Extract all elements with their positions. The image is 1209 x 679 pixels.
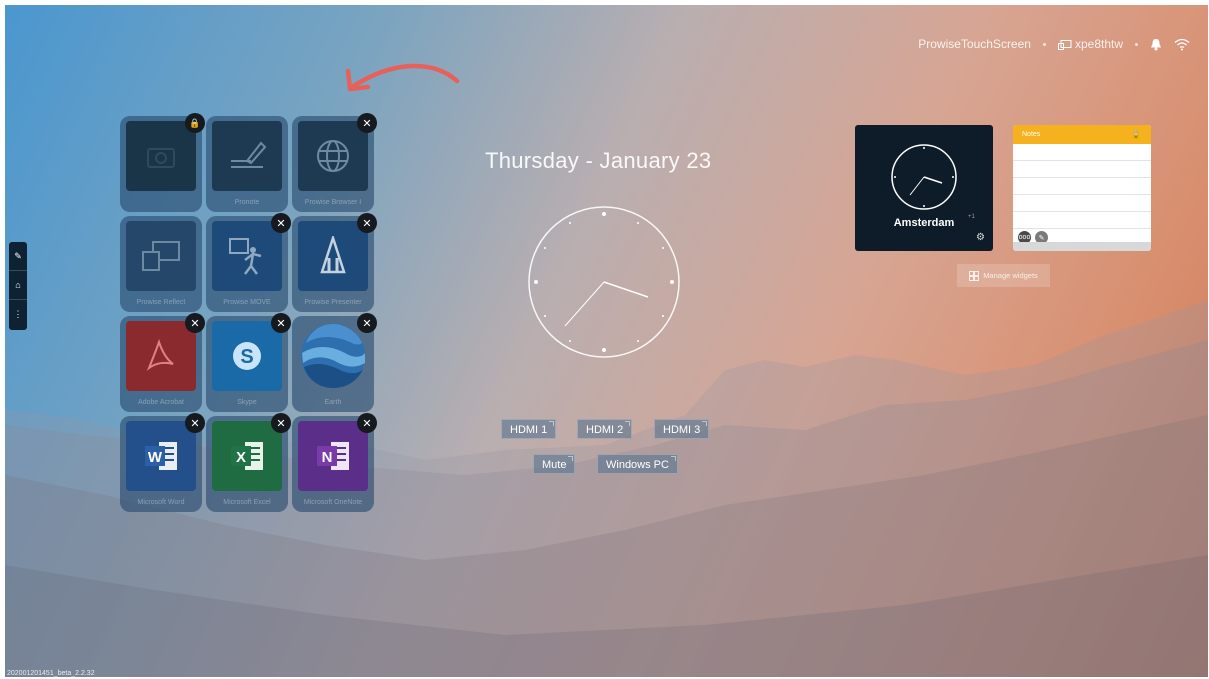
app-tile-camera[interactable]: 🔒 bbox=[120, 113, 205, 212]
hdmi2-button[interactable]: HDMI 2 bbox=[577, 419, 633, 439]
note-line bbox=[1013, 178, 1151, 195]
presenter-icon bbox=[298, 221, 368, 291]
app-label: Pronote bbox=[234, 199, 260, 206]
hdmi1-button[interactable]: HDMI 1 bbox=[501, 419, 557, 439]
red-arrow-annotation bbox=[345, 63, 460, 92]
notes-header: Notes 🔒 bbox=[1013, 125, 1151, 144]
app-tile-move[interactable]: Prowise MOVE ✕ bbox=[206, 213, 291, 312]
manage-widgets-label: Manage widgets bbox=[983, 271, 1038, 280]
globe-icon bbox=[298, 121, 368, 191]
app-label: Earth bbox=[324, 399, 342, 406]
notes-widget[interactable]: Notes 🔒 ooo ✎ bbox=[1013, 125, 1151, 251]
app-tile-excel[interactable]: X Microsoft Excel ✕ bbox=[206, 413, 291, 512]
widgets-icon bbox=[969, 270, 980, 281]
earth-icon bbox=[298, 321, 368, 391]
pronote-icon bbox=[212, 121, 282, 191]
close-icon[interactable]: ✕ bbox=[271, 313, 291, 333]
close-icon[interactable]: ✕ bbox=[357, 413, 377, 433]
close-icon[interactable]: ✕ bbox=[271, 413, 291, 433]
clock-offset: +1 bbox=[968, 214, 975, 220]
note-line bbox=[1013, 212, 1151, 229]
date-display: Thursday - January 23 bbox=[485, 148, 712, 173]
widget-clock-face bbox=[891, 144, 957, 210]
app-label: Microsoft Excel bbox=[223, 499, 271, 506]
close-icon[interactable]: ✕ bbox=[185, 313, 205, 333]
desktop-screen: ProwiseTouchScreen xpe8thtw ✎ ⌂ ⋮ 🔒 Pron… bbox=[5, 5, 1208, 677]
home-icon[interactable]: ⌂ bbox=[9, 271, 27, 300]
lock-icon[interactable]: 🔒 bbox=[1131, 125, 1141, 144]
close-icon[interactable]: ✕ bbox=[357, 313, 377, 333]
app-tile-pronote[interactable]: Pronote bbox=[206, 116, 288, 212]
svg-text:S: S bbox=[240, 346, 253, 368]
pen-icon[interactable]: ✎ bbox=[9, 242, 27, 271]
note-line bbox=[1013, 161, 1151, 178]
app-label: Microsoft Word bbox=[137, 499, 185, 506]
separator-dot bbox=[1042, 42, 1046, 46]
svg-text:N: N bbox=[322, 449, 333, 466]
app-label: Prowise Reflect bbox=[136, 299, 186, 306]
app-tile-browser[interactable]: Prowise Browser I ✕ bbox=[292, 113, 377, 212]
close-icon[interactable]: ✕ bbox=[357, 213, 377, 233]
note-line bbox=[1013, 144, 1151, 161]
notes-footer bbox=[1013, 242, 1151, 251]
devices-icon bbox=[1057, 39, 1072, 50]
word-icon: W bbox=[126, 421, 196, 491]
app-tile-acrobat[interactable]: Adobe Acrobat ✕ bbox=[120, 313, 205, 412]
manage-widgets-button[interactable]: Manage widgets bbox=[957, 264, 1050, 287]
left-toolbar: ✎ ⌂ ⋮ bbox=[9, 242, 27, 330]
close-icon[interactable]: ✕ bbox=[271, 213, 291, 233]
notes-title: Notes bbox=[1022, 131, 1041, 138]
svg-text:W: W bbox=[148, 449, 163, 466]
excel-icon: X bbox=[212, 421, 282, 491]
gear-icon[interactable]: ⚙ bbox=[976, 232, 985, 243]
wifi-icon[interactable] bbox=[1174, 38, 1190, 51]
note-line bbox=[1013, 195, 1151, 212]
app-tile-skype[interactable]: S Skype ✕ bbox=[206, 313, 291, 412]
app-grid: 🔒 Pronote Prowise Browser I ✕ Prowise Re… bbox=[120, 113, 377, 514]
connection-code[interactable]: xpe8thtw bbox=[1057, 37, 1123, 51]
version-label: 202001201451_beta_2.2.32 bbox=[7, 670, 95, 677]
app-label: Microsoft OneNote bbox=[303, 499, 363, 506]
app-tile-reflect[interactable]: Prowise Reflect bbox=[120, 216, 202, 312]
device-name[interactable]: ProwiseTouchScreen bbox=[918, 37, 1031, 51]
close-icon[interactable]: ✕ bbox=[357, 113, 377, 133]
app-tile-earth[interactable]: Earth ✕ bbox=[292, 313, 377, 412]
mute-button[interactable]: Mute bbox=[533, 454, 576, 474]
move-icon bbox=[212, 221, 282, 291]
camera-icon bbox=[126, 121, 196, 191]
status-bar: ProwiseTouchScreen xpe8thtw bbox=[918, 37, 1190, 51]
app-label: Prowise Presenter bbox=[304, 299, 362, 306]
acrobat-icon bbox=[126, 321, 196, 391]
app-label: Adobe Acrobat bbox=[138, 399, 184, 406]
bell-icon[interactable] bbox=[1150, 38, 1162, 51]
close-icon[interactable]: ✕ bbox=[185, 413, 205, 433]
app-label: Prowise Browser I bbox=[304, 199, 362, 206]
world-clock-widget[interactable]: Amsterdam +1 ⚙ bbox=[855, 125, 993, 251]
hdmi3-button[interactable]: HDMI 3 bbox=[654, 419, 710, 439]
analog-clock bbox=[528, 206, 680, 358]
app-label: Prowise MOVE bbox=[223, 299, 271, 306]
app-tile-onenote[interactable]: N Microsoft OneNote ✕ bbox=[292, 413, 377, 512]
app-label: Skype bbox=[237, 399, 257, 406]
app-tile-presenter[interactable]: Prowise Presenter ✕ bbox=[292, 213, 377, 312]
skype-icon: S bbox=[212, 321, 282, 391]
menu-icon[interactable]: ⋮ bbox=[9, 300, 27, 329]
app-tile-word[interactable]: W Microsoft Word ✕ bbox=[120, 413, 205, 512]
lock-icon[interactable]: 🔒 bbox=[185, 113, 205, 133]
separator-dot bbox=[1135, 42, 1138, 46]
windows-pc-button[interactable]: Windows PC bbox=[597, 454, 678, 474]
svg-text:X: X bbox=[236, 449, 246, 466]
onenote-icon: N bbox=[298, 421, 368, 491]
reflect-icon bbox=[126, 221, 196, 291]
